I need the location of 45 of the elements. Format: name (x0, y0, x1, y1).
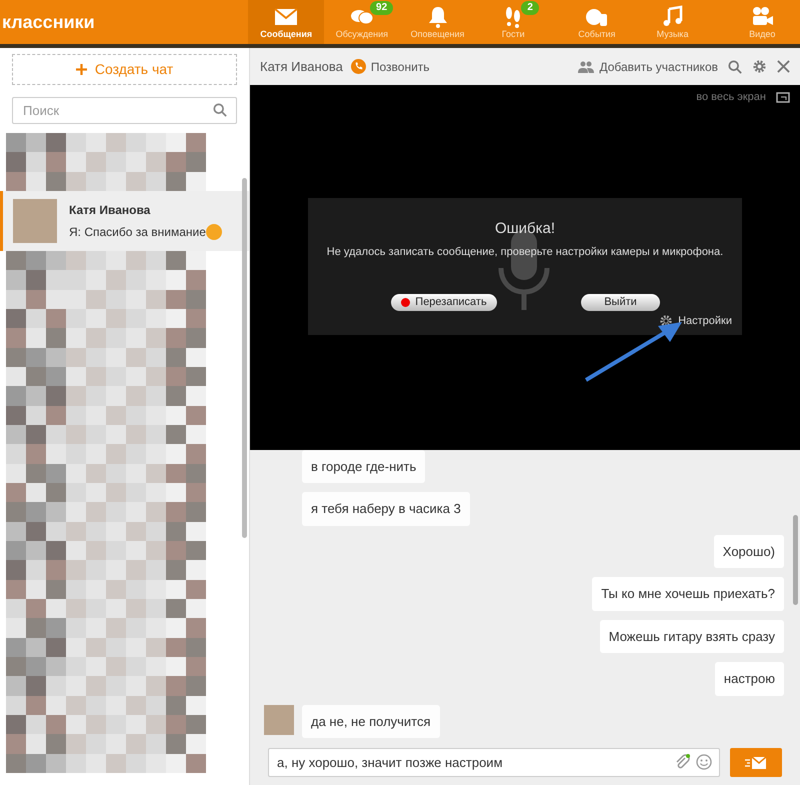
logo-text: классники (2, 10, 95, 34)
settings-link[interactable]: Настройки (659, 313, 732, 330)
plus-icon (76, 64, 87, 75)
count-badge: 92 (370, 1, 394, 15)
nav-tab[interactable]: Обсуждения 92 (324, 0, 400, 44)
paperclip-icon[interactable] (674, 754, 690, 770)
photo-placeholder (13, 199, 57, 243)
smiley-icon[interactable] (696, 754, 712, 770)
close-icon[interactable] (777, 60, 790, 73)
send-button[interactable] (730, 748, 782, 777)
rerecord-button[interactable]: Перезаписать (391, 294, 497, 311)
create-chat-button[interactable]: Создать чат (12, 54, 237, 85)
call-button[interactable]: Позвонить (350, 58, 430, 76)
message-bubble: настрою (714, 662, 784, 696)
phone-icon (350, 59, 366, 74)
fullscreen-link[interactable]: во весь экран (696, 89, 766, 106)
message-bubble: Хорошо) (714, 534, 784, 568)
message-bubble: Можешь гитару взять сразу (600, 620, 784, 653)
chat-title: Катя Иванова (260, 58, 343, 76)
settings-icon[interactable] (752, 59, 767, 74)
exit-button[interactable]: Выйти (581, 294, 660, 311)
emoji-icon (206, 224, 222, 240)
search-icon (213, 103, 227, 117)
count-badge: 2 (521, 1, 539, 15)
contact-name: Катя Иванова (69, 202, 152, 219)
people-icon (578, 60, 594, 72)
message-preview: Я: Спасибо за внимание (69, 224, 206, 241)
message-input[interactable]: а, ну хорошо, значит позже настроим (268, 748, 720, 777)
nav-tab[interactable]: Гости 2 (475, 0, 552, 44)
nav-tab[interactable]: Сообщения (248, 0, 324, 44)
message-bubble: я тебя наберу в часика 3 (302, 492, 470, 526)
search-field[interactable]: Поиск (12, 97, 237, 124)
error-title: Ошибка! (494, 219, 556, 239)
contact-item[interactable]: Катя Иванова Я: Спасибо за внимание (0, 191, 249, 251)
error-message: Не удалось записать сообщение, проверьте настройки камеры и микрофона. (326, 244, 724, 260)
message-bubble: Ты ко мне хочешь приехать? (592, 577, 784, 610)
music-note-icon (660, 5, 685, 29)
message-bubble: в городе где-нить (302, 450, 426, 483)
photo-placeholder (264, 704, 294, 734)
message-bubble: да не, не получится (302, 704, 440, 738)
gear-icon (659, 314, 674, 328)
fullscreen-icon[interactable] (776, 92, 790, 103)
add-members-button[interactable]: Добавить участников (578, 58, 718, 76)
envelope-icon (745, 756, 767, 770)
search-icon[interactable] (728, 60, 742, 74)
